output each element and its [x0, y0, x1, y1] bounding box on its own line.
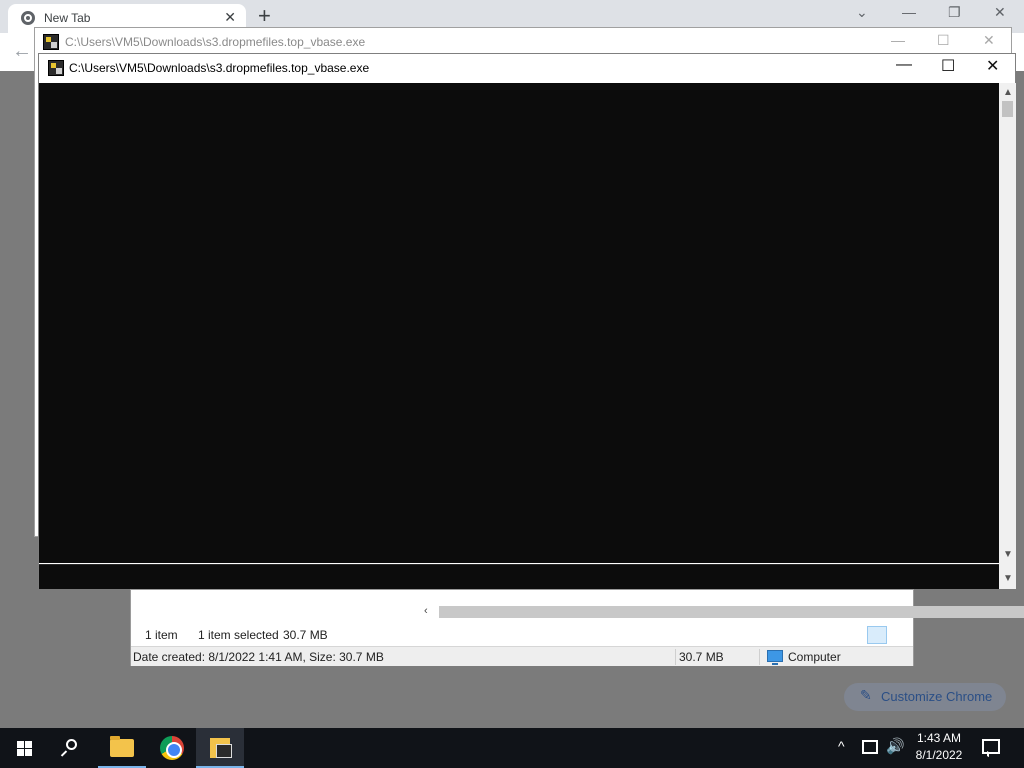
large-icons-view-icon[interactable]: [889, 626, 909, 644]
status-bar: 1 item 1 item selected 30.7 MB: [131, 623, 913, 645]
console-output-area[interactable]: [39, 83, 999, 563]
maximize-button[interactable]: ☐: [941, 56, 955, 76]
notification-icon[interactable]: [982, 739, 1000, 754]
taskbar-file-explorer[interactable]: [98, 728, 146, 768]
search-icon: [66, 739, 77, 750]
scroll-up-icon[interactable]: ▲: [1003, 87, 1013, 98]
file-size: 30.7 MB: [679, 650, 724, 664]
tab-close-icon[interactable]: ✕: [224, 9, 236, 26]
tab-title: New Tab: [44, 11, 91, 25]
horizontal-scrollbar[interactable]: ‹ ›: [421, 604, 1024, 621]
clock-time: 1:43 AM: [916, 731, 962, 745]
chrome-icon: [160, 736, 184, 760]
scroll-left-icon[interactable]: ‹: [424, 605, 428, 617]
scroll-thumb[interactable]: [1002, 101, 1013, 117]
divider: [759, 649, 760, 665]
exe-icon: [48, 60, 64, 76]
volume-icon[interactable]: 🔊: [886, 737, 905, 768]
minimize-button[interactable]: —: [896, 56, 912, 74]
new-tab-button[interactable]: +: [258, 3, 271, 29]
exe-icon: [43, 34, 59, 50]
scroll-down-icon[interactable]: ▼: [1003, 573, 1013, 584]
vertical-scrollbar[interactable]: ▲ ▼: [999, 83, 1016, 564]
window-title: C:\Users\VM5\Downloads\s3.dropmefiles.to…: [69, 61, 370, 75]
details-view-icon[interactable]: [867, 626, 887, 644]
console-window[interactable]: C:\Users\VM5\Downloads\s3.dropmefiles.to…: [38, 53, 1016, 589]
customize-chrome-label: Customize Chrome: [881, 689, 993, 704]
folder-icon: [110, 736, 134, 757]
show-hidden-icons-icon[interactable]: ^: [838, 738, 845, 768]
taskbar-chrome[interactable]: [148, 728, 196, 768]
browser-minimize-button[interactable]: —: [902, 4, 916, 20]
console-input-line[interactable]: [39, 564, 999, 589]
windows-icon: [17, 741, 32, 756]
details-bar: Date created: 8/1/2022 1:41 AM, Size: 30…: [131, 646, 913, 666]
window-title: C:\Users\VM5\Downloads\s3.dropmefiles.to…: [65, 35, 366, 49]
back-arrow-icon[interactable]: ←: [12, 40, 32, 63]
browser-close-button[interactable]: ✕: [994, 4, 1006, 21]
customize-chrome-button[interactable]: ✎ Customize Chrome: [844, 683, 1006, 711]
selected-count: 1 item selected: [198, 628, 279, 642]
pencil-icon: ✎: [860, 687, 872, 703]
selected-size: 30.7 MB: [283, 628, 328, 642]
network-icon[interactable]: [862, 740, 878, 754]
scroll-thumb[interactable]: [439, 606, 1024, 618]
lower-scrollbar[interactable]: ▼: [999, 564, 1016, 589]
minimize-button[interactable]: —: [891, 32, 905, 48]
close-button[interactable]: ✕: [986, 56, 999, 76]
location-label: Computer: [788, 650, 841, 664]
browser-restore-button[interactable]: ❐: [948, 4, 961, 21]
taskbar-vbase-exe[interactable]: [196, 728, 244, 768]
scroll-down-icon[interactable]: ▼: [1003, 549, 1013, 560]
computer-icon: [767, 650, 783, 665]
chrome-favicon-icon: [21, 11, 35, 25]
date-created-details: Date created: 8/1/2022 1:41 AM, Size: 30…: [133, 650, 384, 664]
clock[interactable]: 1:43 AM 8/1/2022: [908, 730, 970, 764]
divider: [675, 649, 676, 665]
file-explorer-window: ‹ › 1 item 1 item selected 30.7 MB Date …: [130, 589, 1024, 666]
items-count: 1 item: [145, 628, 178, 642]
close-button[interactable]: ✕: [983, 32, 995, 49]
search-button[interactable]: [48, 728, 96, 768]
taskbar: ^ 🔊 1:43 AM 8/1/2022: [0, 728, 1024, 768]
start-button[interactable]: [0, 728, 48, 768]
tab-search-icon[interactable]: ⌄: [856, 4, 868, 21]
maximize-button[interactable]: ☐: [937, 32, 950, 49]
clock-date: 8/1/2022: [915, 748, 963, 762]
exe-icon: [210, 738, 232, 758]
